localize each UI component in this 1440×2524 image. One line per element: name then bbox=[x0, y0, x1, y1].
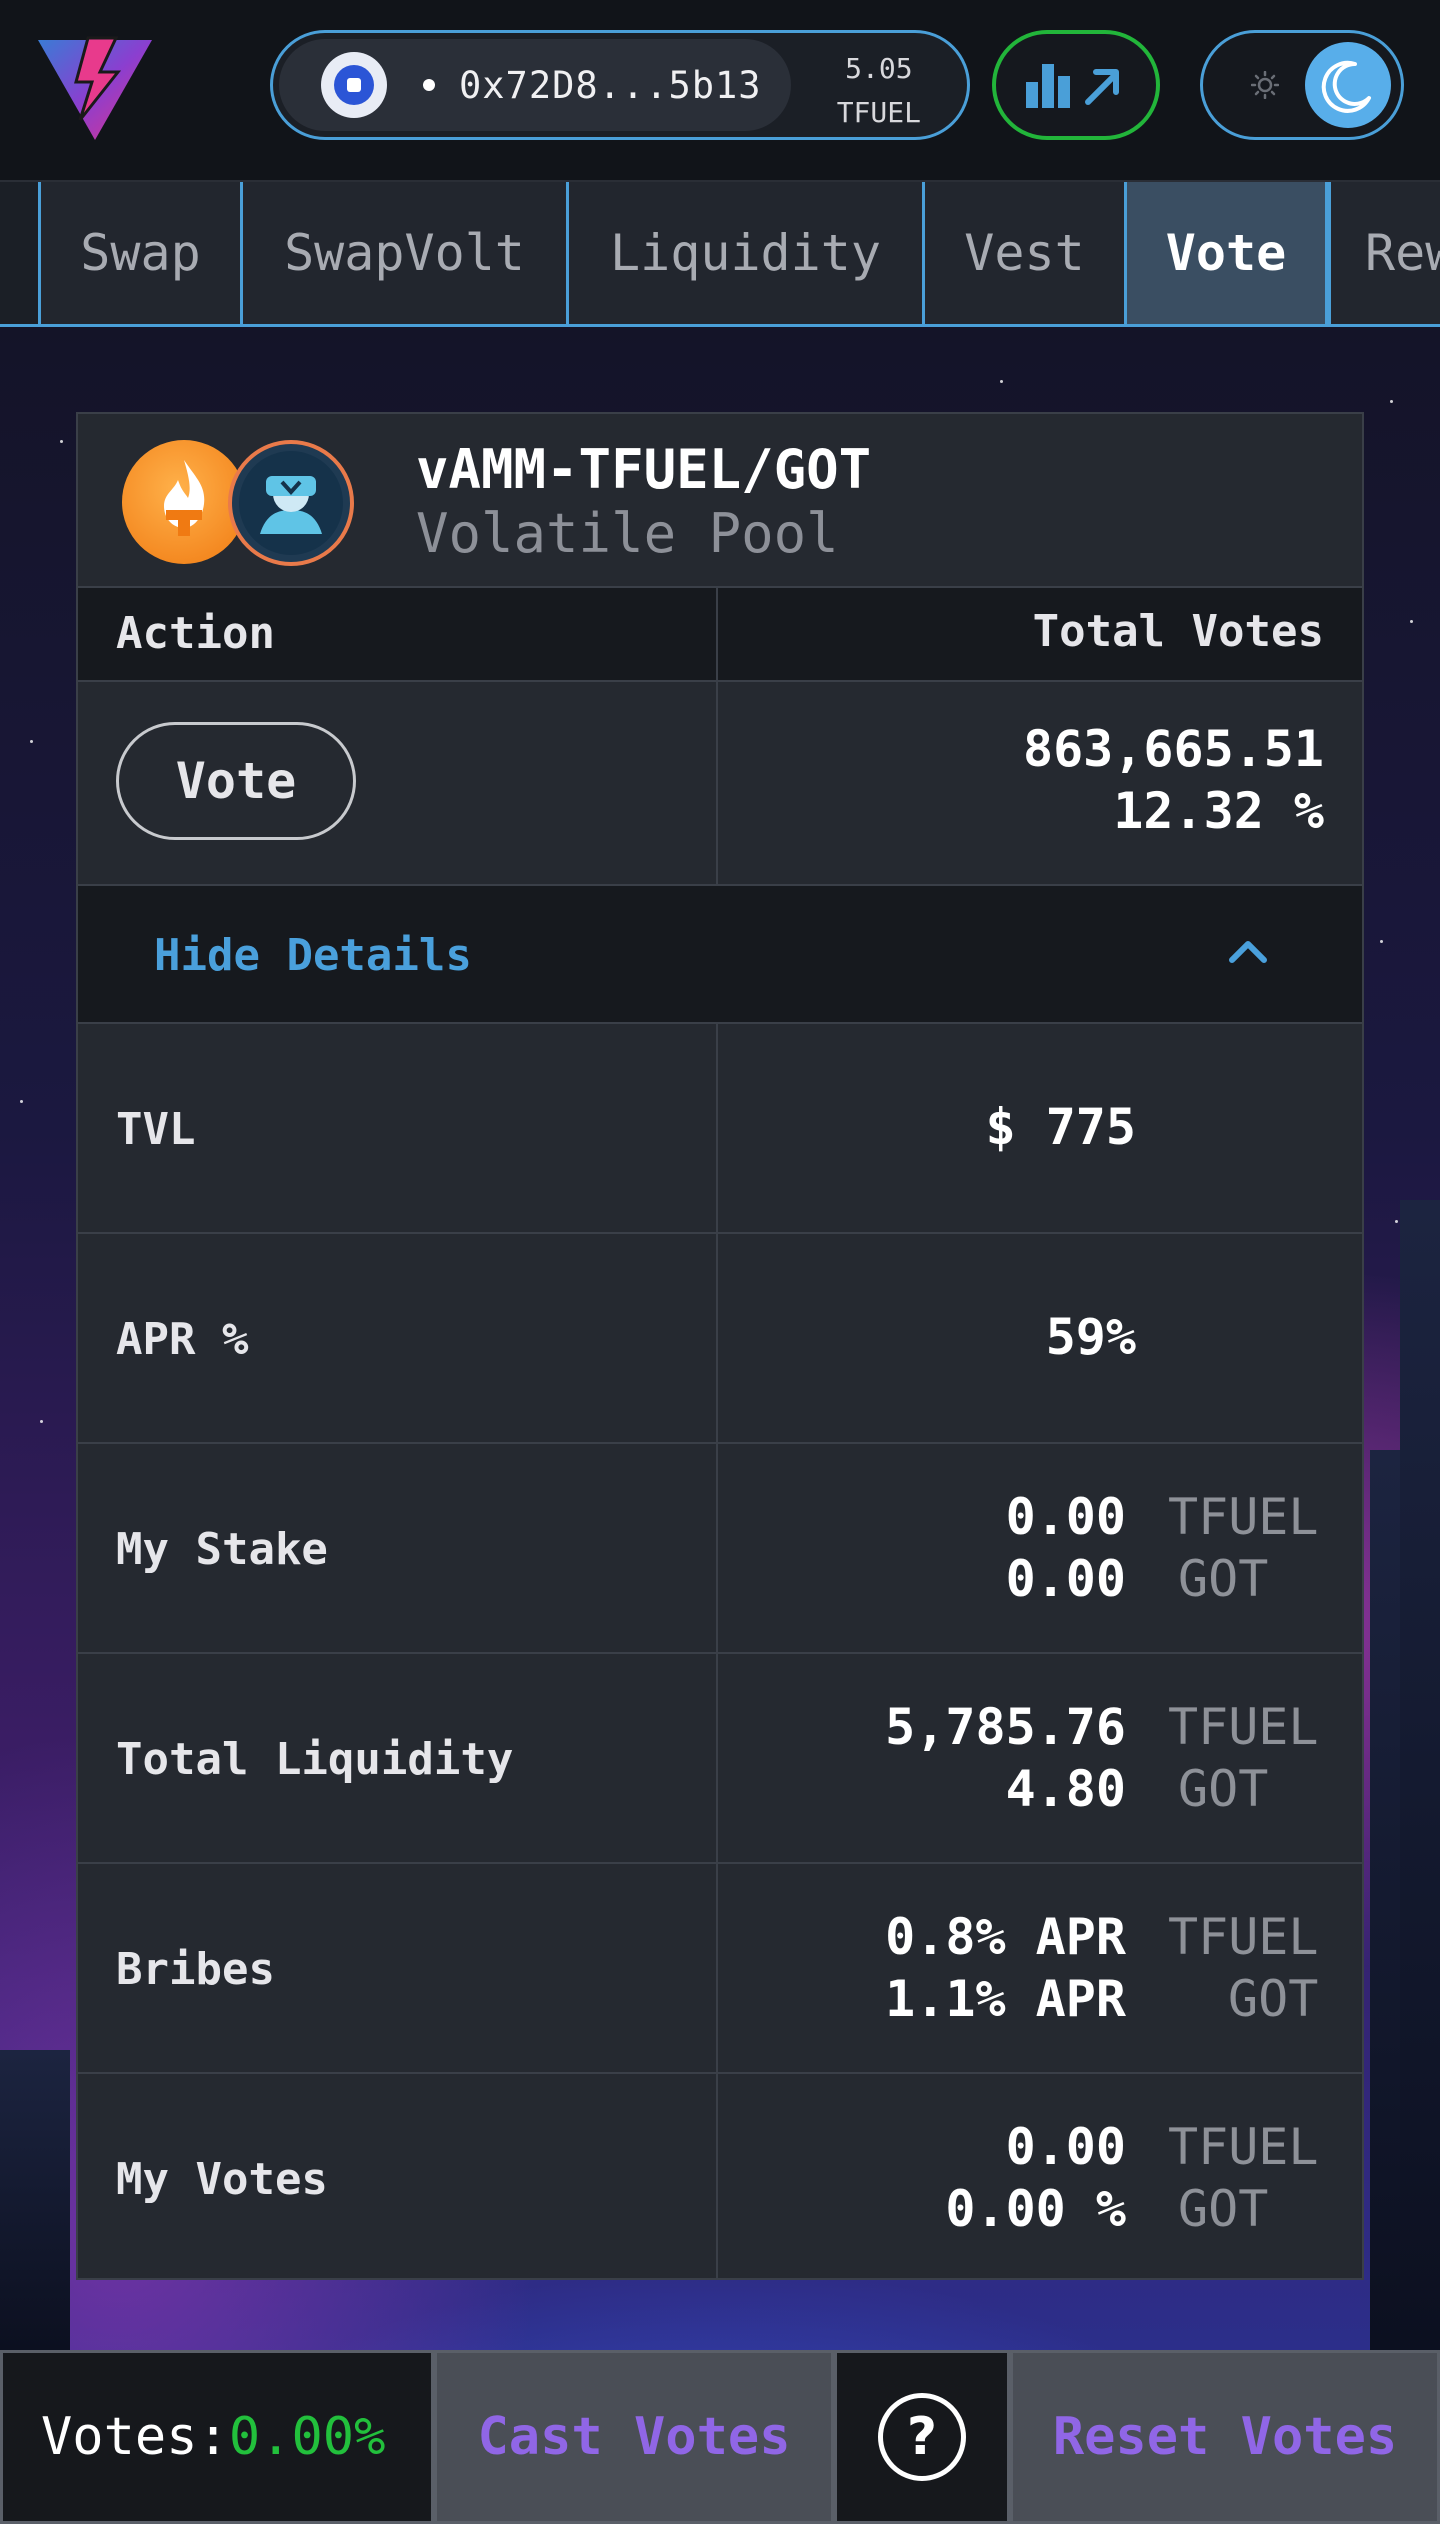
votes-summary: Votes: 0.00% bbox=[0, 2350, 434, 2524]
balance-amount: 5.05 bbox=[845, 52, 913, 85]
bribes-got-apr: 1.1% APR bbox=[885, 1970, 1126, 2028]
tvl-label: TVL bbox=[116, 1104, 196, 1155]
star bbox=[1395, 1220, 1398, 1223]
my-votes-label: My Votes bbox=[116, 2154, 328, 2205]
table-header-row: Action Total Votes bbox=[78, 588, 1362, 682]
connected-dot-icon bbox=[423, 79, 435, 91]
votes-percent: 0.00% bbox=[228, 2407, 386, 2467]
total-liquidity-label: Total Liquidity bbox=[116, 1734, 514, 1785]
reset-votes-button[interactable]: Reset Votes bbox=[1010, 2350, 1440, 2524]
pool-vote-card: vAMM-TFUEL/GOT Volatile Pool Action Tota… bbox=[76, 412, 1364, 2280]
bribes-tfuel-apr: 0.8% APR bbox=[885, 1908, 1126, 1966]
city-building bbox=[1400, 1200, 1440, 2350]
tab-vote[interactable]: Vote bbox=[1124, 182, 1328, 324]
nav-tabs: Swap SwapVolt Liquidity Vest Vote Rew bbox=[0, 182, 1440, 327]
star bbox=[40, 1420, 43, 1423]
star bbox=[1410, 620, 1413, 623]
my-stake-label: My Stake bbox=[116, 1524, 328, 1575]
city-building bbox=[0, 2050, 70, 2350]
wallet-icon bbox=[321, 52, 387, 118]
app-header: 0x72D8...5b13 5.05 TFUEL bbox=[0, 0, 1440, 182]
help-button[interactable]: ? bbox=[834, 2350, 1010, 2524]
wallet-balance: 5.05 TFUEL bbox=[837, 47, 921, 135]
total-liquidity-got-value: 4.80 bbox=[1005, 1760, 1126, 1818]
my-votes-got-unit: GOT bbox=[1178, 2180, 1269, 2238]
total-liquidity-got-unit: GOT bbox=[1178, 1760, 1269, 1818]
bribes-got-unit: GOT bbox=[1228, 1970, 1319, 2028]
my-stake-tfuel-unit: TFUEL bbox=[1168, 1488, 1319, 1546]
balance-unit: TFUEL bbox=[836, 96, 921, 129]
my-votes-tfuel-value: 0.00 bbox=[1005, 2118, 1126, 2176]
tab-swap[interactable]: Swap bbox=[38, 182, 240, 324]
bribes-row: Bribes 0.8% APR TFUEL 1.1% APR GOT bbox=[78, 1864, 1362, 2074]
star bbox=[20, 1100, 23, 1103]
my-votes-row: My Votes 0.00 TFUEL 0.00 % GOT bbox=[78, 2074, 1362, 2280]
moon-toggle-knob[interactable] bbox=[1305, 42, 1391, 128]
analytics-button[interactable] bbox=[992, 30, 1160, 140]
star bbox=[1380, 940, 1383, 943]
total-liquidity-tfuel-value: 5,785.76 bbox=[885, 1698, 1126, 1756]
chevron-up-icon[interactable] bbox=[1228, 936, 1268, 966]
my-stake-tfuel-value: 0.00 bbox=[1005, 1488, 1126, 1546]
got-token-icon bbox=[228, 440, 354, 566]
pool-name: vAMM-TFUEL/GOT bbox=[416, 438, 872, 501]
tab-liquidity[interactable]: Liquidity bbox=[566, 182, 922, 324]
votes-label: Votes: bbox=[41, 2407, 229, 2467]
star bbox=[1390, 400, 1393, 403]
bar-chart-arrow-icon bbox=[1026, 64, 1119, 108]
vote-action-bar: Votes: 0.00% Cast Votes ? Reset Votes bbox=[0, 2350, 1440, 2524]
pool-type: Volatile Pool bbox=[416, 502, 839, 565]
bribes-label: Bribes bbox=[116, 1944, 275, 1995]
cast-votes-button[interactable]: Cast Votes bbox=[434, 2350, 834, 2524]
wallet-address-pill[interactable]: 0x72D8...5b13 bbox=[279, 39, 791, 131]
star bbox=[1000, 380, 1003, 383]
theme-toggle[interactable] bbox=[1200, 30, 1404, 140]
total-liquidity-tfuel-unit: TFUEL bbox=[1168, 1698, 1319, 1756]
details-toggle-row[interactable]: Hide Details bbox=[78, 886, 1362, 1024]
apr-value: 59% bbox=[1045, 1308, 1136, 1366]
total-votes-column-header: Total Votes bbox=[1032, 606, 1324, 657]
wallet-address: 0x72D8...5b13 bbox=[459, 63, 762, 107]
tvl-value: $ 775 bbox=[985, 1098, 1136, 1156]
total-votes-value: 863,665.51 bbox=[1022, 720, 1324, 778]
tab-swapvolt[interactable]: SwapVolt bbox=[240, 182, 566, 324]
total-votes-percent: 12.32 % bbox=[1113, 782, 1324, 840]
tvl-row: TVL $ 775 bbox=[78, 1024, 1362, 1234]
sun-icon[interactable] bbox=[1251, 71, 1279, 99]
wallet-button[interactable]: 0x72D8...5b13 5.05 TFUEL bbox=[270, 30, 970, 140]
my-stake-row: My Stake 0.00 TFUEL 0.00 GOT bbox=[78, 1444, 1362, 1654]
pool-header: vAMM-TFUEL/GOT Volatile Pool bbox=[78, 414, 1362, 588]
bribes-tfuel-unit: TFUEL bbox=[1168, 1908, 1319, 1966]
action-column-header: Action bbox=[116, 608, 275, 659]
my-votes-tfuel-unit: TFUEL bbox=[1168, 2118, 1319, 2176]
volta-logo[interactable] bbox=[38, 36, 152, 140]
my-stake-got-unit: GOT bbox=[1178, 1550, 1269, 1608]
my-votes-percent: 0.00 % bbox=[945, 2180, 1126, 2238]
vote-button[interactable]: Vote bbox=[116, 722, 356, 840]
star bbox=[60, 440, 63, 443]
question-icon: ? bbox=[878, 2393, 966, 2481]
vote-row: Vote 863,665.51 12.32 % bbox=[78, 682, 1362, 886]
total-liquidity-row: Total Liquidity 5,785.76 TFUEL 4.80 GOT bbox=[78, 1654, 1362, 1864]
tab-vest[interactable]: Vest bbox=[922, 182, 1124, 324]
apr-row: APR % 59% bbox=[78, 1234, 1362, 1444]
my-stake-got-value: 0.00 bbox=[1005, 1550, 1126, 1608]
hide-details-link[interactable]: Hide Details bbox=[154, 930, 472, 981]
moon-icon bbox=[1321, 60, 1371, 113]
apr-label: APR % bbox=[116, 1314, 249, 1365]
star bbox=[30, 740, 33, 743]
tab-rewards[interactable]: Rew bbox=[1328, 182, 1440, 324]
